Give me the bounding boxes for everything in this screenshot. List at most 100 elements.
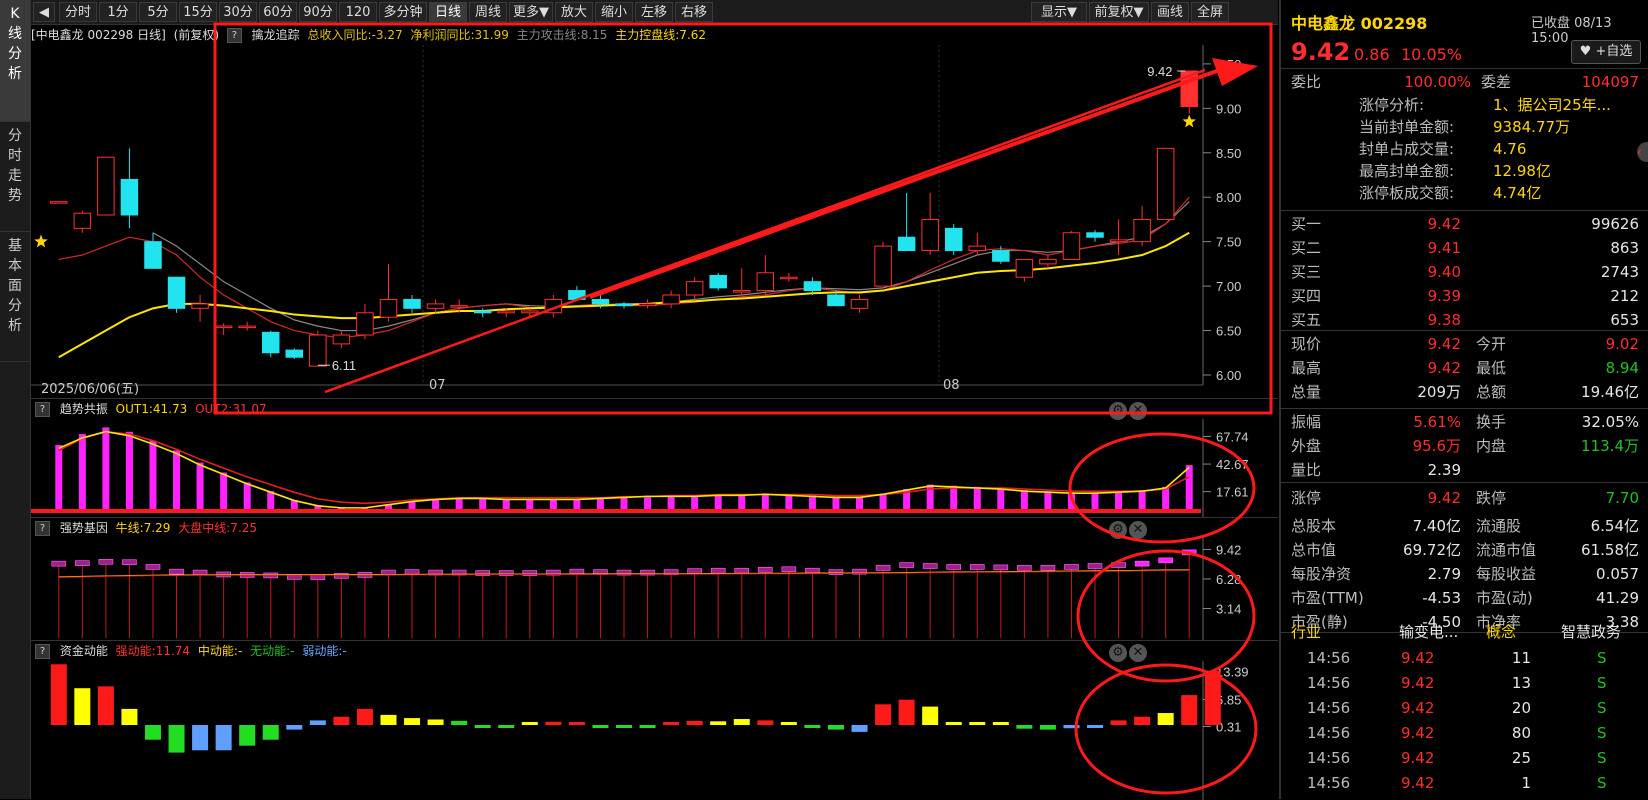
back-icon[interactable]: ◀ xyxy=(33,2,55,22)
momentum-bar xyxy=(498,725,515,728)
gear-icon[interactable]: ⚙ xyxy=(1109,402,1127,420)
candle-body xyxy=(685,281,704,296)
tab-fundamental-analysis[interactable]: 基本面分析 xyxy=(0,232,30,362)
stat-val1-4: 95.6万 xyxy=(1412,437,1461,455)
gear-icon[interactable]: ⚙ xyxy=(1109,521,1127,539)
help-icon[interactable]: ? xyxy=(35,402,50,417)
stat-key2-8: 流通市值 xyxy=(1476,541,1537,559)
stat-key1-5: 量比 xyxy=(1291,461,1322,479)
add-favorite-button[interactable]: ♥ +自选 xyxy=(1571,40,1641,64)
bid-label-0: 买一 xyxy=(1291,215,1322,233)
low-price-label: 6.11 xyxy=(332,358,356,373)
trend-bar xyxy=(761,493,769,511)
period-button-8[interactable]: 多分钟 xyxy=(379,2,427,22)
close-icon[interactable]: ✕ xyxy=(1129,644,1147,662)
tab-kline-analysis[interactable]: K线分析 xyxy=(0,0,30,122)
trend-bar xyxy=(55,445,63,511)
candle-body xyxy=(803,281,822,292)
tick-side-1: S xyxy=(1597,674,1607,692)
kline-chart[interactable]: 9.50 9.00 8.50 8.00 7.50 7.00 6.50 6.00 9.42 6.11 xyxy=(31,45,1278,415)
limit-info-key-4: 涨停板成交额: xyxy=(1359,184,1455,202)
help-icon[interactable]: ? xyxy=(35,521,50,536)
period-button-14[interactable]: 左移 xyxy=(635,2,673,22)
toolbar-right-button-0[interactable]: 显示▼ xyxy=(1031,2,1087,22)
y-tick-label: 6.50 xyxy=(1216,324,1241,339)
stat-val2-7: 6.54亿 xyxy=(1590,517,1639,535)
trend-bar xyxy=(243,482,251,511)
wb-value: 100.00% xyxy=(1404,73,1471,91)
gear-icon[interactable]: ⚙ xyxy=(1109,644,1127,662)
tab-intraday-trend[interactable]: 分时走势 xyxy=(0,122,30,232)
bid-label-3: 买四 xyxy=(1291,287,1322,305)
quote-name: 中电鑫龙 002298 xyxy=(1291,14,1428,33)
help-icon[interactable]: ? xyxy=(35,644,50,659)
candle-body xyxy=(120,178,139,216)
period-button-6[interactable]: 90分 xyxy=(299,2,337,22)
momentum-bar xyxy=(168,725,185,753)
stat-key1-7: 总股本 xyxy=(1291,517,1337,535)
candle-body xyxy=(521,310,539,314)
trend-bar xyxy=(196,462,204,511)
trend-bar xyxy=(102,427,110,511)
toolbar-right-label-2: 画线 xyxy=(1156,5,1183,20)
gene-box xyxy=(1134,560,1150,567)
tab-label-1: 分时走势 xyxy=(8,128,22,204)
period-button-15[interactable]: 右移 xyxy=(675,2,713,22)
tick-price-0: 9.42 xyxy=(1401,649,1435,667)
candle-body xyxy=(473,310,492,314)
gene-box xyxy=(969,564,985,570)
kline-header: [中电鑫龙 002298 日线] (前复权) ? 擒龙追踪 总收入同比:-3.2… xyxy=(31,25,706,45)
period-button-4[interactable]: 30分 xyxy=(219,2,257,22)
y-tick-label: 6.00 xyxy=(1216,368,1241,383)
candle-body xyxy=(50,201,68,204)
gene-header: ? 强势基因 牛线:7.29 大盘中线:7.25 xyxy=(31,518,257,538)
period-button-label-3: 15分 xyxy=(183,5,213,20)
stat-val2-0: 9.02 xyxy=(1605,335,1639,353)
toolbar-right-button-1[interactable]: 前复权▼ xyxy=(1089,2,1149,22)
stat-key1-1: 最高 xyxy=(1291,359,1322,377)
close-icon[interactable]: ✕ xyxy=(1129,521,1147,539)
stat-row-0: 现价 9.42 今开 9.02 xyxy=(1281,332,1648,356)
period-button-2[interactable]: 5分 xyxy=(139,2,177,22)
panel3-name: 强势基因 xyxy=(59,521,108,535)
stat-key1-10: 市盈(TTM) xyxy=(1291,589,1364,607)
panel4-mid: 中动能:- xyxy=(197,644,243,658)
stat-row-6: 涨停 9.42 跌停 7.70 xyxy=(1281,486,1648,510)
period-button-0[interactable]: 分时 xyxy=(59,2,97,22)
period-button-10[interactable]: 周线 xyxy=(469,2,507,22)
date-label: 2025/06/06(五) xyxy=(41,382,140,397)
momentum-bar xyxy=(121,708,138,725)
y-tick-label: 7.00 xyxy=(1216,279,1241,294)
bid-volume-1: 863 xyxy=(1610,239,1639,257)
candle-body xyxy=(285,349,304,358)
period-button-5[interactable]: 60分 xyxy=(259,2,297,22)
period-button-label-14: 左移 xyxy=(640,5,667,20)
period-button-13[interactable]: 缩小 xyxy=(595,2,633,22)
period-button-7[interactable]: 120分 xyxy=(339,2,377,40)
toolbar-right-button-3[interactable]: 全屏 xyxy=(1191,2,1229,22)
period-button-12[interactable]: 放大 xyxy=(555,2,593,22)
candle-body xyxy=(874,245,892,287)
momentum-bar xyxy=(780,722,797,725)
limit-info-row-2: 封单占成交量: 4.76 xyxy=(1281,138,1648,160)
candle-body xyxy=(1086,232,1104,238)
trend-bar xyxy=(997,487,1005,511)
panel2-out1: OUT1:41.73 xyxy=(115,402,188,416)
y-tick-label: 8.50 xyxy=(1216,146,1241,161)
tick-time-1: 14:56 xyxy=(1307,674,1351,692)
help-icon[interactable]: ? xyxy=(226,28,242,43)
trend-bar xyxy=(620,496,628,511)
toolbar-right-button-2[interactable]: 画线 xyxy=(1151,2,1189,22)
period-button-9[interactable]: 日线 xyxy=(429,2,467,22)
period-button-1[interactable]: 1分 xyxy=(99,2,137,22)
close-icon[interactable]: ✕ xyxy=(1129,402,1147,420)
bid-row-3: 买四 9.39 212 xyxy=(1281,284,1648,308)
momentum-bar xyxy=(757,720,774,725)
y-tick-label: 6.28 xyxy=(1216,572,1241,587)
period-button-11[interactable]: 更多▼ xyxy=(509,2,553,22)
trend-bar xyxy=(1162,486,1170,511)
momentum-bar xyxy=(898,699,915,725)
period-button-label-0: 分时 xyxy=(64,5,91,20)
period-button-3[interactable]: 15分 xyxy=(179,2,217,22)
gene-box xyxy=(145,564,161,570)
